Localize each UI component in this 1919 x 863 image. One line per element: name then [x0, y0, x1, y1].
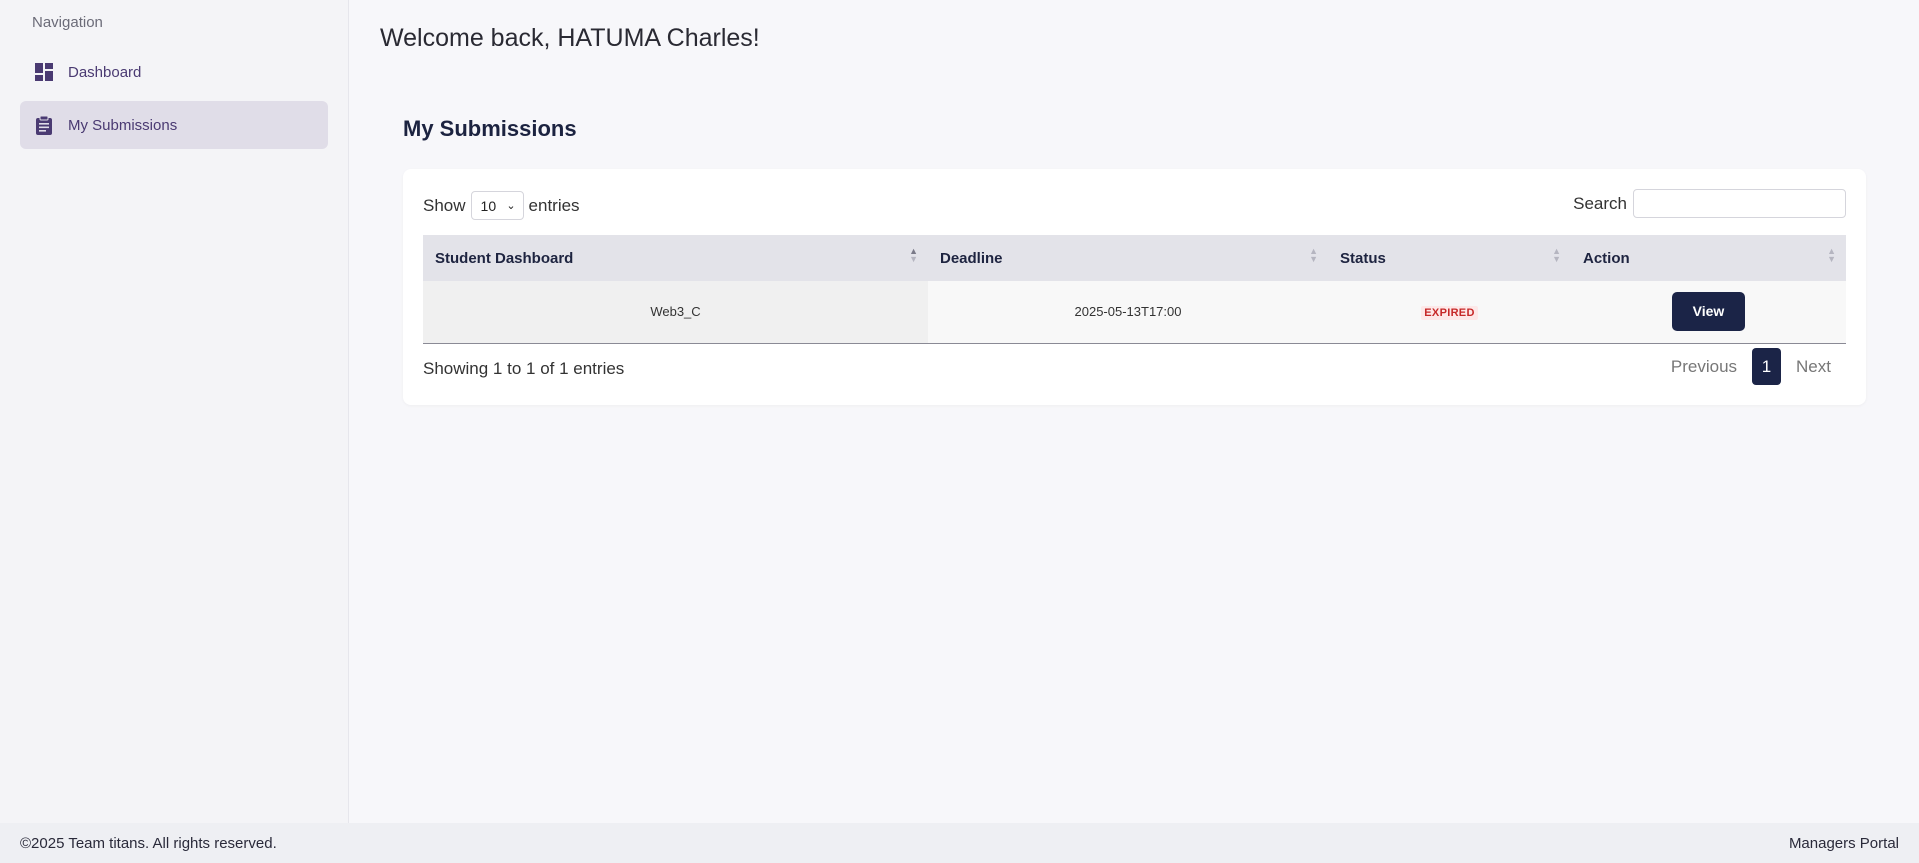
column-header-student-dashboard[interactable]: Student Dashboard ▲ ▼	[423, 235, 928, 281]
column-header-status[interactable]: Status ▲ ▼	[1328, 235, 1571, 281]
page-length-select[interactable]: 10 ⌄	[470, 191, 524, 220]
page-number-button[interactable]: 1	[1752, 348, 1782, 385]
previous-page-button[interactable]: Previous	[1656, 357, 1752, 377]
page-length-control: Show 10 ⌄ entries	[423, 191, 580, 220]
sidebar-item-dashboard[interactable]: Dashboard	[20, 48, 328, 96]
column-header-action[interactable]: Action ▲ ▼	[1571, 235, 1846, 281]
show-label: Show	[423, 195, 466, 215]
sort-icon: ▲ ▼	[1309, 246, 1318, 264]
table-row: Web3_C 2025-05-13T17:00 EXPIRED View	[423, 281, 1846, 344]
main-content: Welcome back, HATUMA Charles! My Submiss…	[350, 0, 1919, 823]
search-label: Search	[1573, 193, 1627, 213]
column-header-label: Action	[1583, 249, 1630, 267]
sort-icon: ▲ ▼	[1827, 246, 1836, 264]
table-info: Showing 1 to 1 of 1 entries	[423, 359, 625, 378]
entries-label: entries	[528, 195, 580, 215]
sidebar: Navigation Dashboard My Submissions	[0, 0, 349, 823]
sidebar-item-my-submissions[interactable]: My Submissions	[20, 101, 328, 149]
pagination: Previous 1 Next	[1656, 348, 1846, 385]
cell-deadline: 2025-05-13T17:00	[928, 281, 1328, 344]
footer: ©2025 Team titans. All rights reserved. …	[0, 823, 1919, 863]
nav-heading: Navigation	[32, 14, 103, 31]
next-page-button[interactable]: Next	[1781, 357, 1846, 377]
dashboard-icon	[34, 62, 54, 82]
managers-portal-link[interactable]: Managers Portal	[1789, 835, 1899, 852]
submissions-table: Student Dashboard ▲ ▼ Deadline ▲ ▼ Status …	[423, 235, 1846, 344]
column-header-label: Deadline	[940, 249, 1003, 267]
cell-name: Web3_C	[423, 281, 928, 344]
welcome-heading: Welcome back, HATUMA Charles!	[380, 24, 760, 52]
sidebar-item-label: My Submissions	[68, 116, 178, 134]
view-button[interactable]: View	[1672, 292, 1745, 332]
column-header-label: Status	[1340, 249, 1386, 267]
column-header-label: Student Dashboard	[435, 249, 574, 267]
sidebar-item-label: Dashboard	[68, 63, 142, 81]
page-title: My Submissions	[403, 116, 577, 141]
search-control: Search	[1573, 189, 1846, 218]
cell-action: View	[1571, 281, 1846, 344]
clipboard-icon	[34, 115, 54, 135]
search-input[interactable]	[1633, 189, 1846, 218]
status-badge: EXPIRED	[1421, 305, 1478, 320]
page-length-value: 10	[480, 197, 497, 214]
copyright-text: ©2025 Team titans. All rights reserved.	[20, 834, 277, 852]
chevron-down-icon: ⌄	[506, 200, 516, 212]
sort-asc-icon: ▲ ▼	[909, 246, 918, 264]
column-header-deadline[interactable]: Deadline ▲ ▼	[928, 235, 1328, 281]
sort-icon: ▲ ▼	[1552, 246, 1561, 264]
table-header-row: Student Dashboard ▲ ▼ Deadline ▲ ▼ Status …	[423, 235, 1846, 281]
submissions-card: Show 10 ⌄ entries Search Student Dashboa…	[403, 169, 1866, 405]
cell-status: EXPIRED	[1328, 281, 1571, 344]
